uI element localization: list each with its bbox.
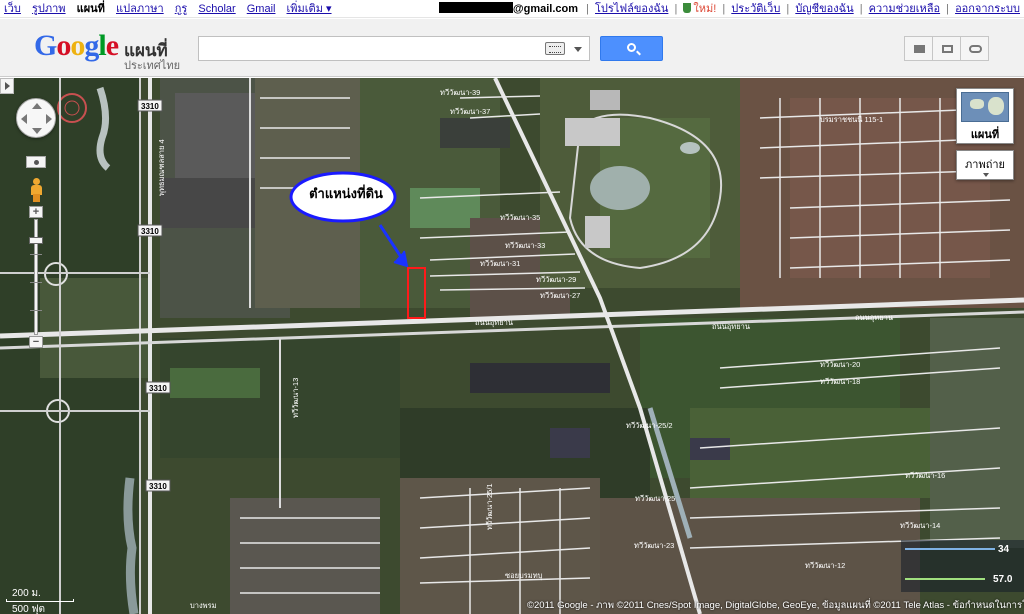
google-logo[interactable]: Google bbox=[34, 31, 119, 61]
nav-link-guru[interactable]: กูรู bbox=[175, 3, 188, 15]
pegman-icon[interactable] bbox=[30, 178, 42, 202]
link-button[interactable] bbox=[960, 36, 989, 61]
satellite-map[interactable]: 3310 3310 3310 3310 ทวีวัฒนา-39 ทวีวัฒนา… bbox=[0, 78, 1024, 614]
nav-link-maps[interactable]: แผนที่ bbox=[77, 3, 105, 15]
svg-text:ทวีวัฒนา-35: ทวีวัฒนา-35 bbox=[500, 213, 540, 222]
pan-left-icon[interactable] bbox=[21, 114, 27, 124]
elevation-value: 57.0 bbox=[993, 574, 1013, 585]
svg-text:ทวีวัฒนา-27: ทวีวัฒนา-27 bbox=[540, 291, 580, 300]
link-icon bbox=[969, 45, 982, 53]
chevron-down-icon bbox=[983, 173, 989, 177]
svg-text:ทวีวัฒนา-29: ทวีวัฒนา-29 bbox=[536, 275, 576, 284]
search-button[interactable] bbox=[600, 36, 663, 61]
svg-text:ทวีวัฒนา-31: ทวีวัฒนา-31 bbox=[480, 259, 520, 268]
nav-link-more[interactable]: เพิ่มเติม ▾ bbox=[287, 3, 332, 15]
svg-text:3310: 3310 bbox=[141, 102, 159, 111]
zoom-out-button[interactable]: − bbox=[29, 336, 43, 348]
zoom-tick bbox=[30, 282, 42, 283]
labs-flask-icon bbox=[683, 3, 692, 13]
zoom-tick bbox=[30, 310, 42, 311]
map-type-photo-label: ภาพถ่าย bbox=[965, 159, 1005, 171]
copyright-text[interactable]: ©2011 Google - ภาพ ©2011 Cnes/Spot Image… bbox=[527, 598, 1024, 613]
top-nav-bar: เว็บ รูปภาพ แผนที่ แปลภาษา กูรู Scholar … bbox=[0, 0, 1024, 18]
svg-text:ทวีวัฒนา-14: ทวีวัฒนา-14 bbox=[900, 521, 940, 530]
svg-text:พุทธมณฑลสาย 4: พุทธมณฑลสาย 4 bbox=[157, 139, 166, 196]
link-sign-out[interactable]: ออกจากระบบ bbox=[955, 3, 1020, 15]
svg-text:บางพรม: บางพรม bbox=[190, 601, 217, 610]
route-shield-3310-d: 3310 bbox=[145, 479, 171, 492]
logo-country: ประเทศไทย bbox=[124, 60, 181, 72]
svg-text:ทวีวัฒนา-25/1: ทวีวัฒนา-25/1 bbox=[485, 483, 494, 530]
svg-text:ทวีวัฒนา-37: ทวีวัฒนา-37 bbox=[450, 107, 490, 116]
annotation-label: ตำแหน่งที่ดิน bbox=[309, 186, 383, 201]
map-type-earth-button[interactable]: แผนที่ bbox=[956, 88, 1014, 144]
link-help[interactable]: ความช่วยเหลือ bbox=[869, 3, 940, 15]
pan-control[interactable] bbox=[16, 98, 56, 138]
satellite-imagery: 3310 3310 3310 3310 ทวีวัฒนา-39 ทวีวัฒนา… bbox=[0, 78, 1024, 614]
svg-text:ถนนอุทยาน: ถนนอุทยาน bbox=[712, 322, 750, 331]
svg-text:ทวีวัฒนา-39: ทวีวัฒนา-39 bbox=[440, 88, 480, 97]
svg-text:ทวีวัฒนา-33: ทวีวัฒนา-33 bbox=[505, 241, 545, 250]
svg-text:บรมราชชนนี 115-1: บรมราชชนนี 115-1 bbox=[820, 115, 883, 124]
map-tools bbox=[904, 36, 992, 61]
route-shield-3310-a: 3310 bbox=[137, 99, 163, 112]
link-my-profile[interactable]: โปรไฟล์ของฉัน bbox=[595, 3, 668, 15]
elevation-bar bbox=[905, 548, 995, 550]
svg-text:ทวีวัฒนา-16: ทวีวัฒนา-16 bbox=[905, 471, 945, 480]
svg-text:ทวีวัฒนา-12: ทวีวัฒนา-12 bbox=[805, 561, 845, 570]
collapse-panel-button[interactable] bbox=[0, 78, 14, 94]
account-email: @gmail.com bbox=[512, 3, 579, 15]
svg-text:ทวีวัฒนา-20: ทวีวัฒนา-20 bbox=[820, 360, 860, 369]
nav-link-translate[interactable]: แปลภาษา bbox=[116, 3, 164, 15]
link-web-history[interactable]: ประวัติเว็บ bbox=[731, 3, 780, 15]
send-button[interactable] bbox=[932, 36, 961, 61]
pan-up-icon[interactable] bbox=[32, 103, 42, 109]
svg-text:ถนนอุทยาน: ถนนอุทยาน bbox=[855, 313, 893, 322]
elevation-bar bbox=[905, 578, 985, 580]
svg-text:3310: 3310 bbox=[141, 227, 159, 236]
route-shield-3310-b: 3310 bbox=[137, 224, 163, 237]
zoom-slider-thumb[interactable] bbox=[29, 237, 43, 244]
maps-header: Google แผนที่ ประเทศไทย bbox=[0, 19, 1024, 77]
nav-link-images[interactable]: รูปภาพ bbox=[32, 3, 66, 15]
svg-text:ทวีวัฒนา-13: ทวีวัฒนา-13 bbox=[291, 378, 300, 418]
svg-text:3310: 3310 bbox=[149, 384, 167, 393]
route-shield-3310-c: 3310 bbox=[145, 381, 171, 394]
elevation-value: 34 bbox=[998, 544, 1010, 555]
nav-link-gmail[interactable]: Gmail bbox=[247, 3, 276, 15]
pan-down-icon[interactable] bbox=[32, 128, 42, 134]
nav-link-scholar[interactable]: Scholar bbox=[198, 3, 235, 15]
svg-text:ซอยบรมทบุ: ซอยบรมทบุ bbox=[505, 571, 543, 580]
account-links: @gmail.com | โปรไฟล์ของฉัน | ใหม่! | ประ… bbox=[438, 0, 1020, 18]
product-links: เว็บ รูปภาพ แผนที่ แปลภาษา กูรู Scholar … bbox=[4, 0, 340, 18]
print-button[interactable] bbox=[904, 36, 933, 61]
search-icon bbox=[627, 43, 636, 52]
redacted-username bbox=[438, 2, 513, 13]
zoom-in-button[interactable]: + bbox=[29, 206, 43, 218]
zoom-tick bbox=[30, 254, 42, 255]
link-new[interactable]: ใหม่! bbox=[693, 3, 716, 15]
search-input[interactable] bbox=[198, 36, 590, 61]
earth-thumbnail bbox=[961, 92, 1009, 122]
svg-text:ทวีวัฒนา-25: ทวีวัฒนา-25 bbox=[635, 494, 675, 503]
nav-link-web[interactable]: เว็บ bbox=[4, 3, 21, 15]
svg-text:ถนนอุทยาน: ถนนอุทยาน bbox=[475, 318, 513, 327]
scale-imperial: 500 ฟุต bbox=[12, 604, 46, 614]
keyboard-icon[interactable] bbox=[545, 42, 565, 55]
print-icon bbox=[914, 45, 925, 53]
mail-icon bbox=[942, 45, 953, 53]
svg-text:ทวีวัฒนา-23: ทวีวัฒนา-23 bbox=[634, 541, 674, 550]
street-view-toggle[interactable] bbox=[26, 156, 46, 168]
map-type-photo-button[interactable]: ภาพถ่าย bbox=[956, 150, 1014, 180]
svg-text:3310: 3310 bbox=[149, 482, 167, 491]
pan-right-icon[interactable] bbox=[46, 114, 52, 124]
chevron-down-icon[interactable] bbox=[574, 47, 582, 52]
link-my-account[interactable]: บัญชีของฉัน bbox=[795, 3, 853, 15]
svg-text:ทวีวัฒนา-18: ทวีวัฒนา-18 bbox=[820, 377, 860, 386]
svg-text:ทวีวัฒนา-25/2: ทวีวัฒนา-25/2 bbox=[626, 421, 673, 430]
map-type-earth-label: แผนที่ bbox=[970, 129, 1000, 141]
